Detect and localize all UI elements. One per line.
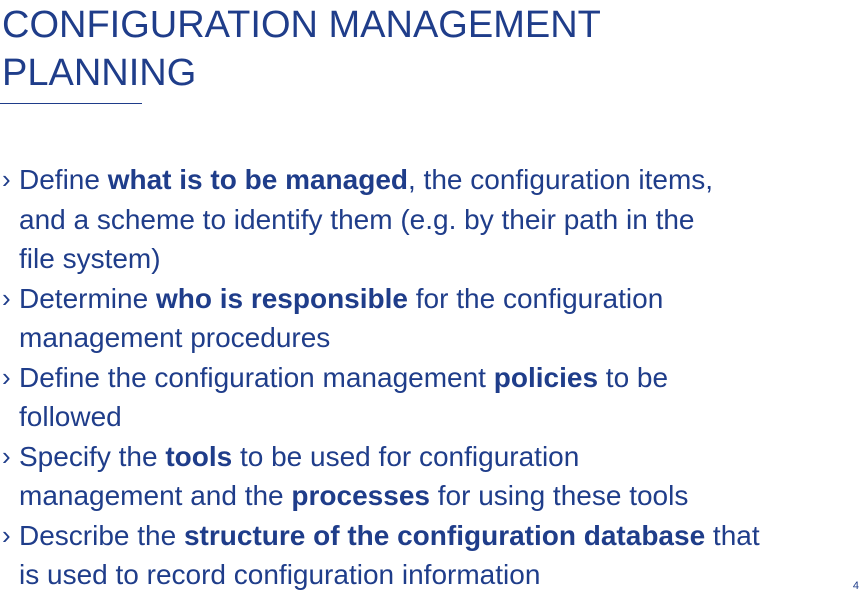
bullet-item-continuation: followed — [0, 397, 862, 437]
bullet-text: file system) — [19, 243, 161, 274]
bullet-item-continuation: and a scheme to identify them (e.g. by t… — [0, 200, 862, 240]
bullet-emphasis: processes — [291, 480, 430, 511]
bullet-text: management procedures — [19, 322, 331, 353]
bullet-text: to be used for configuration — [232, 440, 580, 472]
bullet-text: Define — [19, 164, 108, 195]
bullet-text: management and the — [19, 480, 292, 511]
bullet-text: Determine — [19, 282, 156, 314]
bullet-text: for using these tools — [429, 480, 689, 511]
bullet-text: followed — [19, 401, 122, 432]
bullet-text: for the configuration — [408, 282, 664, 314]
bullet-text: Specify the — [19, 440, 166, 472]
bullet-item-continuation: management procedures — [0, 318, 862, 358]
bullet-text: to be — [598, 361, 669, 393]
bullet-item: › Describe the structure of the configura… — [0, 516, 862, 556]
bullet-emphasis: who is responsible — [155, 282, 408, 314]
slide-title: CONFIGURATION MANAGEMENT PLANNING — [2, 1, 601, 97]
bullet-emphasis: tools — [165, 440, 233, 472]
bullet-emphasis: what is to be managed — [107, 164, 408, 195]
page-number: 4 — [852, 580, 859, 592]
bullet-marker-icon: › — [2, 440, 11, 471]
title-underline — [0, 103, 142, 104]
bullet-emphasis: policies — [493, 361, 599, 393]
bullet-item-continuation: is used to record configuration informat… — [0, 555, 862, 595]
bullet-marker-icon: › — [2, 164, 11, 194]
bullet-marker-icon: › — [2, 361, 11, 392]
bullet-item: › Specify the tools to be used for config… — [0, 437, 862, 477]
slide: CONFIGURATION MANAGEMENT PLANNING › Defin… — [0, 0, 862, 597]
bullet-text: , the configuration items, — [408, 164, 714, 195]
bullet-text: Define the configuration management — [19, 361, 494, 393]
title-line-1: CONFIGURATION MANAGEMENT — [2, 4, 601, 46]
bullet-item-continuation: file system) — [0, 239, 862, 279]
bullet-text: Describe the — [19, 519, 184, 551]
bullet-item: › Define the configuration management pol… — [0, 358, 862, 398]
bullet-emphasis: structure of the configuration database — [183, 519, 706, 551]
bullet-item: › Determine who is responsible for the co… — [0, 279, 862, 319]
bullet-item: › Define what is to be managed, the confi… — [0, 160, 862, 200]
bullet-text: and a scheme to identify them (e.g. by t… — [19, 203, 695, 235]
bullet-text: that — [705, 519, 760, 551]
bullet-marker-icon: › — [2, 519, 11, 550]
bullet-item-continuation: management and the processes for using t… — [0, 476, 862, 516]
bullet-list: › Define what is to be managed, the confi… — [0, 160, 862, 595]
title-line-2: PLANNING — [2, 52, 197, 94]
bullet-text: is used to record configuration informat… — [19, 559, 541, 590]
bullet-marker-icon: › — [2, 282, 11, 313]
